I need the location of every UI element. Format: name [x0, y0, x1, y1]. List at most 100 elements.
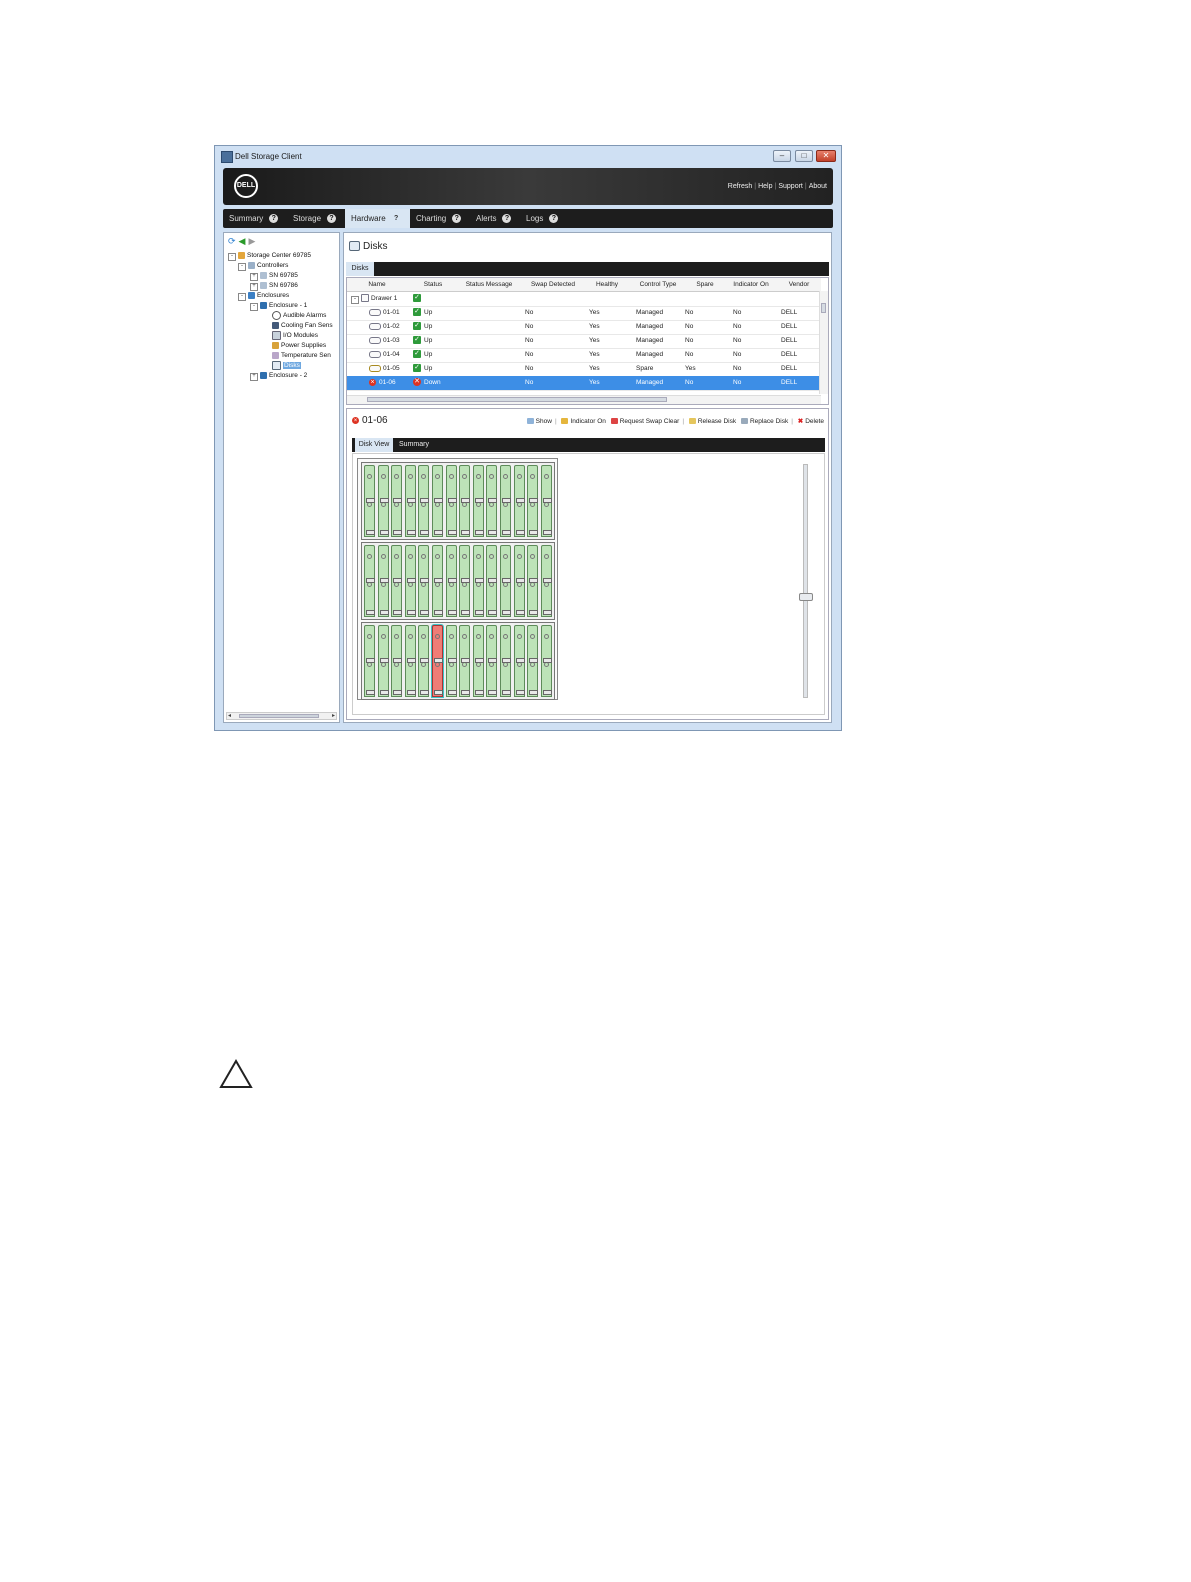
column-header[interactable]: Name	[347, 278, 407, 291]
scroll-thumb[interactable]	[821, 303, 826, 313]
disk-bay[interactable]	[472, 465, 484, 537]
tree-item-enclosure-1[interactable]: - Enclosure - 1	[250, 301, 307, 311]
disk-bay[interactable]	[432, 545, 443, 617]
collapse-icon[interactable]: -	[238, 263, 246, 271]
help-icon[interactable]: ?	[327, 214, 337, 224]
expand-icon[interactable]: +	[250, 273, 258, 281]
disk-bay[interactable]	[445, 625, 457, 697]
table-horizontal-scrollbar[interactable]	[347, 395, 821, 404]
disk-bay[interactable]	[459, 625, 471, 697]
scroll-thumb[interactable]	[367, 397, 667, 402]
group-row[interactable]: - Drawer 1 ✓	[347, 292, 821, 307]
tree-item-sn-69785[interactable]: + SN 69785	[250, 271, 298, 281]
refresh-icon[interactable]: ⟳	[228, 236, 236, 246]
disk-bay[interactable]	[527, 625, 539, 697]
disk-bay-failed[interactable]	[432, 625, 443, 697]
back-arrow-icon[interactable]: ◀	[239, 236, 246, 246]
refresh-link[interactable]: Refresh	[726, 183, 755, 190]
tree-item-power-supplies[interactable]: Power Supplies	[272, 341, 326, 350]
column-header[interactable]: Indicator On	[725, 278, 777, 291]
disk-bay[interactable]	[540, 465, 552, 537]
disk-bay[interactable]	[404, 545, 416, 617]
disk-bay[interactable]	[432, 465, 443, 537]
disk-bay[interactable]	[404, 625, 416, 697]
indicator-on-button[interactable]: Indicator On	[561, 418, 606, 425]
disk-bay[interactable]	[513, 545, 525, 617]
disk-bay[interactable]	[445, 545, 457, 617]
collapse-icon[interactable]: -	[228, 253, 236, 261]
replace-disk-button[interactable]: Replace Disk	[740, 418, 788, 425]
column-header[interactable]: Spare	[687, 278, 723, 291]
zoom-slider-knob[interactable]	[799, 593, 813, 601]
disk-bay[interactable]	[513, 465, 525, 537]
disk-bay[interactable]	[472, 625, 484, 697]
request-swap-clear-button[interactable]: Request Swap Clear	[610, 418, 679, 425]
disk-bay[interactable]	[540, 625, 552, 697]
tree-item-enclosures[interactable]: - Enclosures	[238, 291, 289, 301]
collapse-icon[interactable]: -	[351, 296, 359, 304]
tab-alerts[interactable]: Alerts?	[470, 209, 520, 228]
disk-bay[interactable]	[391, 465, 403, 537]
zoom-slider[interactable]	[799, 464, 813, 698]
tab-disk-view[interactable]: Disk View	[355, 438, 393, 452]
forward-arrow-icon[interactable]: ▶	[248, 236, 255, 246]
disk-bay[interactable]	[459, 465, 471, 537]
tab-hardware[interactable]: Hardware?	[345, 209, 410, 228]
disk-bay[interactable]	[391, 545, 403, 617]
disk-bay[interactable]	[391, 625, 403, 697]
scroll-right-icon[interactable]: ▸	[332, 712, 335, 719]
disk-bay[interactable]	[364, 465, 375, 537]
help-icon[interactable]: ?	[549, 214, 559, 224]
disk-bay[interactable]	[527, 465, 539, 537]
disk-bay[interactable]	[486, 625, 498, 697]
disk-bay[interactable]	[364, 625, 375, 697]
disk-bay[interactable]	[418, 625, 430, 697]
disk-bay[interactable]	[500, 625, 511, 697]
table-row[interactable]: 01-05 ✓ Up No Yes Spare Yes No DELL	[347, 362, 821, 377]
column-header[interactable]: Vendor	[779, 278, 819, 291]
table-vertical-scrollbar[interactable]	[819, 291, 828, 394]
disk-bay[interactable]	[404, 465, 416, 537]
disk-bay[interactable]	[500, 465, 511, 537]
support-link[interactable]: Support	[776, 183, 805, 190]
release-disk-button[interactable]: Release Disk	[688, 418, 736, 425]
column-header[interactable]: Healthy	[587, 278, 627, 291]
column-header[interactable]: Status	[413, 278, 453, 291]
tree-item-disks[interactable]: Disks	[272, 361, 301, 370]
disk-bay[interactable]	[459, 545, 471, 617]
disk-bay[interactable]	[377, 625, 389, 697]
maximize-button[interactable]: □	[795, 150, 813, 162]
disk-bay[interactable]	[418, 465, 430, 537]
close-button[interactable]: ✕	[816, 150, 836, 162]
help-link[interactable]: Help	[756, 183, 774, 190]
table-row[interactable]: 01-01 ✓ Up No Yes Managed No No DELL	[347, 306, 821, 321]
disk-bay[interactable]	[540, 545, 552, 617]
show-button[interactable]: Show	[526, 418, 552, 425]
table-row[interactable]: 01-03 ✓ Up No Yes Managed No No DELL	[347, 334, 821, 349]
help-icon[interactable]: ?	[502, 214, 512, 224]
disk-bay[interactable]	[377, 465, 389, 537]
tree-item-enclosure-2[interactable]: + Enclosure - 2	[250, 371, 307, 381]
disk-bay[interactable]	[364, 545, 375, 617]
disk-bay[interactable]	[486, 465, 498, 537]
tab-summary[interactable]: Summary	[395, 438, 433, 452]
disk-bay[interactable]	[486, 545, 498, 617]
expand-icon[interactable]: +	[250, 373, 258, 381]
column-header[interactable]: Status Message	[455, 278, 523, 291]
tab-logs[interactable]: Logs?	[520, 209, 564, 228]
disk-bay[interactable]	[527, 545, 539, 617]
tree-item-audible-alarms[interactable]: Audible Alarms	[272, 311, 326, 320]
tab-storage[interactable]: Storage?	[287, 209, 345, 228]
column-header[interactable]: Control Type	[629, 278, 687, 291]
disk-bay[interactable]	[445, 465, 457, 537]
tab-summary[interactable]: Summary?	[223, 209, 287, 228]
scroll-left-icon[interactable]: ◂	[228, 712, 231, 719]
tree-item-controllers[interactable]: - Controllers	[238, 261, 288, 271]
minimize-button[interactable]: –	[773, 150, 791, 162]
tree-item-storage-center[interactable]: - Storage Center 69785	[228, 251, 311, 261]
help-icon[interactable]: ?	[269, 214, 279, 224]
expand-icon[interactable]: +	[250, 283, 258, 291]
table-row-selected[interactable]: × 01-06 ✕ Down No Yes Managed No No DELL	[347, 376, 821, 391]
scroll-thumb[interactable]	[239, 714, 319, 718]
disk-bay[interactable]	[472, 545, 484, 617]
